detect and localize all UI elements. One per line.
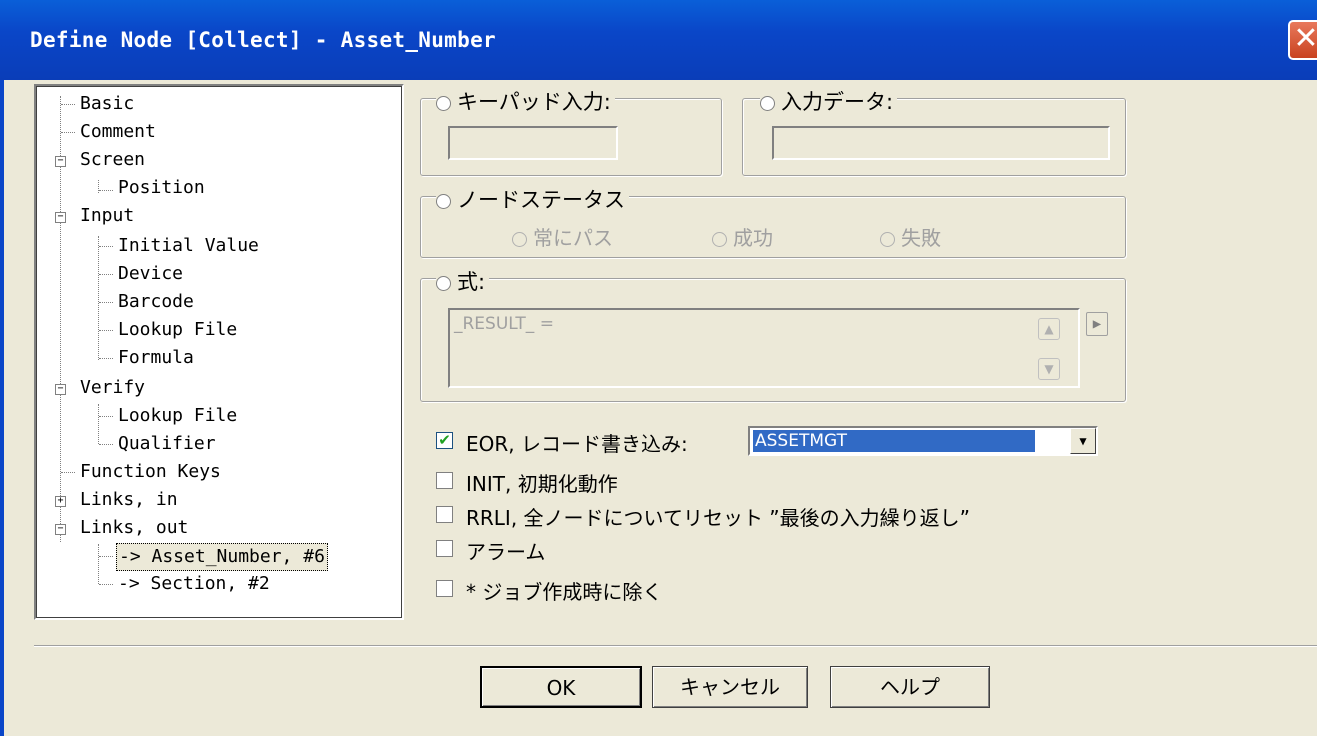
failure-radio[interactable] <box>880 232 895 247</box>
collapse-links-out-icon[interactable]: − <box>55 524 66 535</box>
input-data-radio[interactable] <box>760 96 775 111</box>
tree-item-section-link[interactable]: -> Section, #2 <box>118 571 270 597</box>
record-select[interactable]: ASSETMGT ▼ <box>748 426 1098 456</box>
tree-item-qualifier[interactable]: Qualifier <box>118 431 216 457</box>
window-title: Define Node [Collect] - Asset_Number <box>30 28 496 52</box>
tree-item-comment[interactable]: Comment <box>80 119 156 145</box>
tree-item-device[interactable]: Device <box>118 261 183 287</box>
help-button[interactable]: ヘルプ <box>830 666 990 708</box>
expand-links-in-icon[interactable]: + <box>55 496 66 507</box>
eor-label: EOR, レコード書き込み: <box>466 432 688 456</box>
insert-arrow-icon[interactable]: ▶ <box>1086 312 1108 336</box>
record-select-value: ASSETMGT <box>752 429 1036 453</box>
rrli-label: RRLI, 全ノードについてリセット ”最後の入力繰り返し” <box>466 506 971 530</box>
collapse-screen-icon[interactable]: − <box>55 156 66 167</box>
node-status-radio[interactable] <box>436 194 451 209</box>
tree-item-input[interactable]: Input <box>80 203 134 229</box>
tree-item-links-in[interactable]: Links, in <box>80 487 178 513</box>
tree-item-barcode[interactable]: Barcode <box>118 289 194 315</box>
tree-item-links-out[interactable]: Links, out <box>80 515 188 541</box>
always-pass-label: 常にパス <box>533 226 613 250</box>
tree-item-function-keys[interactable]: Function Keys <box>80 459 221 485</box>
window-border <box>0 80 4 736</box>
title-bar: Define Node [Collect] - Asset_Number ✕ <box>0 0 1317 80</box>
always-pass-radio[interactable] <box>512 232 527 247</box>
keypad-input-radio[interactable] <box>436 96 451 111</box>
expression-radio[interactable] <box>436 276 451 291</box>
tree-item-asset-number-link[interactable]: -> Asset_Number, #6 <box>116 543 328 571</box>
input-data-field[interactable] <box>772 126 1110 160</box>
separator <box>34 645 1317 647</box>
alarm-checkbox[interactable] <box>436 540 453 557</box>
failure-label: 失敗 <box>901 226 941 250</box>
success-radio[interactable] <box>712 232 727 247</box>
expression-field[interactable]: _RESULT_ = ▲ ▼ <box>448 308 1080 388</box>
expression-text: _RESULT_ = <box>454 314 554 334</box>
init-checkbox[interactable] <box>436 472 453 489</box>
tree-item-screen[interactable]: Screen <box>80 147 145 173</box>
collapse-input-icon[interactable]: − <box>55 212 66 223</box>
keypad-input-label: キーパッド入力: <box>457 90 611 114</box>
tree-item-input-lookup-file[interactable]: Lookup File <box>118 317 237 343</box>
keypad-input-field[interactable] <box>448 126 618 160</box>
rrli-checkbox[interactable] <box>436 506 453 523</box>
tree-item-initial-value[interactable]: Initial Value <box>118 233 259 259</box>
scroll-up-icon[interactable]: ▲ <box>1038 318 1060 340</box>
alarm-label: アラーム <box>466 540 546 564</box>
cancel-button[interactable]: キャンセル <box>652 666 808 708</box>
scroll-down-icon[interactable]: ▼ <box>1038 358 1060 380</box>
close-icon[interactable]: ✕ <box>1288 20 1317 60</box>
tree-item-position[interactable]: Position <box>118 175 205 201</box>
input-data-label: 入力データ: <box>781 90 894 114</box>
exclude-checkbox[interactable] <box>436 580 453 597</box>
ok-button[interactable]: OK <box>480 666 642 708</box>
success-label: 成功 <box>733 226 773 250</box>
chevron-down-icon[interactable]: ▼ <box>1070 428 1096 454</box>
node-status-label: ノードステータス <box>457 188 625 212</box>
tree-item-formula[interactable]: Formula <box>118 345 194 371</box>
tree-item-verify[interactable]: Verify <box>80 375 145 401</box>
tree-item-basic[interactable]: Basic <box>80 91 134 117</box>
tree-item-verify-lookup-file[interactable]: Lookup File <box>118 403 237 429</box>
eor-checkbox[interactable]: ✔ <box>436 432 453 449</box>
expression-label: 式: <box>457 270 486 294</box>
category-tree[interactable]: − − − + − Basic Comment Screen Position … <box>34 84 404 620</box>
exclude-label: * ジョブ作成時に除く <box>466 580 663 604</box>
init-label: INIT, 初期化動作 <box>466 472 618 496</box>
collapse-verify-icon[interactable]: − <box>55 384 66 395</box>
